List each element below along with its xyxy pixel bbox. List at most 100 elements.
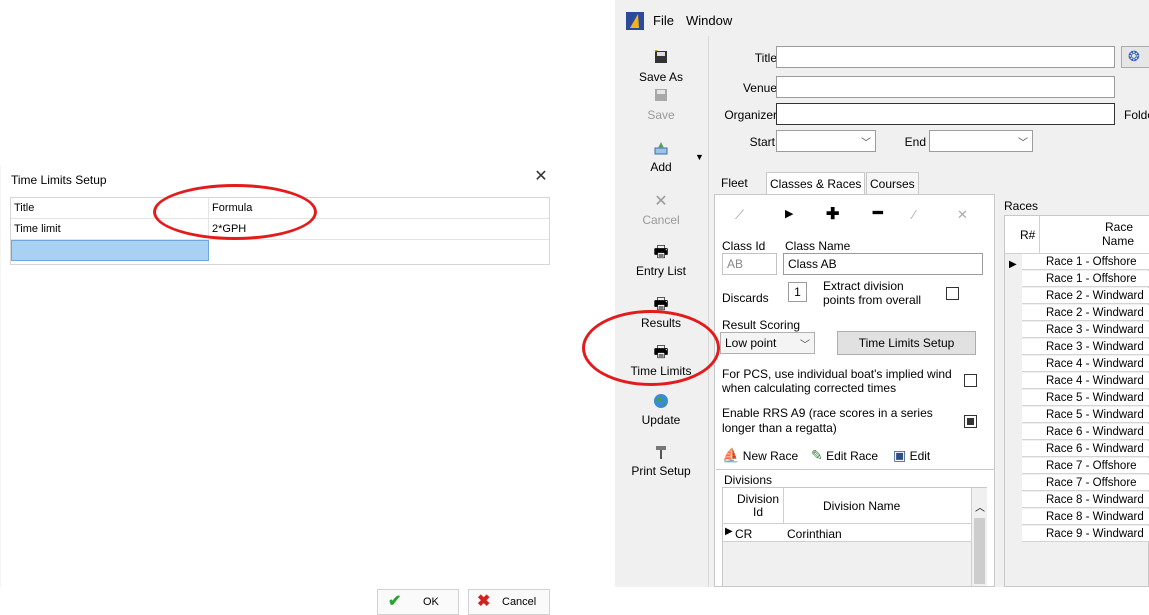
- column-header-title[interactable]: Title: [11, 198, 209, 219]
- table-row[interactable]: Time limit 2*GPH: [11, 219, 549, 240]
- race-row[interactable]: Race 2 - Windward: [1022, 305, 1149, 321]
- hammer-icon: [615, 444, 707, 462]
- print-setup-button[interactable]: Print Setup: [615, 444, 707, 478]
- discards-input[interactable]: 1: [788, 282, 807, 302]
- x-icon: ✖: [477, 593, 491, 610]
- first-record-icon[interactable]: ⟋: [735, 207, 744, 223]
- cancel-disabled-icon[interactable]: ✕: [957, 207, 968, 223]
- title-label: Title: [754, 51, 777, 65]
- save-label: Save: [647, 108, 675, 122]
- ok-label: OK: [423, 596, 439, 608]
- new-race-button[interactable]: ⛵ New Race: [722, 447, 798, 464]
- divider: [716, 469, 994, 470]
- extract-label-line1: Extract division: [823, 279, 904, 293]
- rrs-a9-checkbox[interactable]: [964, 415, 977, 428]
- cell-formula[interactable]: 2*GPH: [209, 219, 549, 240]
- ok-button[interactable]: ✔ OK: [377, 589, 459, 615]
- venue-input[interactable]: [776, 76, 1115, 98]
- scrollbar-thumb[interactable]: [974, 518, 985, 584]
- title-input[interactable]: [776, 46, 1115, 68]
- time-limits-button[interactable]: 🖶 Time Limits: [615, 344, 707, 378]
- table-row[interactable]: ▶ CR Corinthian: [723, 524, 971, 542]
- race-row[interactable]: Race 2 - Windward: [1022, 288, 1149, 304]
- race-row[interactable]: Race 3 - Windward: [1022, 339, 1149, 355]
- race-row[interactable]: Race 7 - Offshore: [1022, 475, 1149, 491]
- race-row[interactable]: Race 4 - Windward: [1022, 373, 1149, 389]
- burgee-button[interactable]: ❂: [1121, 46, 1149, 68]
- time-limits-setup-button[interactable]: Time Limits Setup: [837, 331, 976, 355]
- cancel-icon: ✕: [654, 193, 668, 210]
- save-as-label: Save As: [638, 70, 684, 84]
- race-row[interactable]: Race 5 - Windward: [1022, 390, 1149, 406]
- minus-icon[interactable]: ━: [873, 203, 883, 223]
- division-id-header-2[interactable]: Id: [737, 505, 779, 519]
- tab-classes-races[interactable]: Classes & Races: [766, 172, 866, 194]
- edit-icon: ▣: [893, 447, 907, 463]
- save-button[interactable]: Save: [615, 88, 707, 122]
- save-as-button[interactable]: Save As: [615, 48, 707, 84]
- new-row-cell[interactable]: [11, 240, 209, 261]
- extract-division-checkbox[interactable]: [946, 287, 959, 300]
- organizer-label: Organizer: [724, 108, 777, 122]
- class-id-input[interactable]: AB: [722, 253, 777, 275]
- print-setup-label: Print Setup: [631, 464, 691, 478]
- division-id-header-1[interactable]: Division: [737, 492, 779, 506]
- cancel-button[interactable]: ✖ Cancel: [468, 589, 550, 615]
- rrs-label-line2: longer than a regatta): [722, 421, 837, 435]
- race-row[interactable]: Race 6 - Windward: [1022, 441, 1149, 457]
- class-name-input[interactable]: Class AB: [783, 253, 983, 275]
- divider: [1039, 216, 1040, 254]
- edit-button[interactable]: ▣ Edit: [893, 447, 930, 464]
- edit-race-button[interactable]: ✎ Edit Race: [811, 447, 878, 464]
- edit-race-label: Edit Race: [826, 449, 879, 463]
- race-row[interactable]: Race 6 - Windward: [1022, 424, 1149, 440]
- race-name-header-1[interactable]: Race: [1105, 220, 1133, 234]
- globe-icon: [615, 393, 707, 411]
- race-name-header-2[interactable]: Name: [1102, 234, 1134, 248]
- tab-fleet[interactable]: Fleet: [718, 172, 751, 194]
- chevron-down-icon: ﹀: [861, 138, 871, 149]
- menu-file[interactable]: File: [653, 13, 674, 28]
- save-as-icon: [615, 48, 707, 68]
- race-row[interactable]: Race 5 - Windward: [1022, 407, 1149, 423]
- add-dropdown-icon[interactable]: ▼: [695, 152, 704, 162]
- new-race-icon: ⛵: [722, 447, 740, 463]
- row-pointer-icon: ▶: [725, 526, 733, 537]
- start-date-select[interactable]: ﹀: [776, 130, 876, 152]
- menu-window[interactable]: Window: [686, 13, 732, 28]
- venue-label: Venue: [742, 81, 777, 95]
- organizer-input[interactable]: [776, 103, 1115, 125]
- update-button[interactable]: Update: [615, 393, 707, 427]
- class-name-label: Class Name: [785, 239, 851, 253]
- race-row[interactable]: Race 7 - Offshore: [1022, 458, 1149, 474]
- entry-list-button[interactable]: 🖶 Entry List: [615, 244, 707, 278]
- close-icon[interactable]: ✕: [532, 168, 550, 186]
- extract-label-line2: points from overall: [823, 293, 922, 307]
- plus-icon[interactable]: ✚: [826, 204, 839, 224]
- column-header-formula[interactable]: Formula: [209, 198, 549, 219]
- dialog-title: Time Limits Setup: [11, 173, 107, 187]
- race-row[interactable]: Race 9 - Windward: [1022, 526, 1149, 542]
- results-button[interactable]: 🖶 Results: [615, 296, 707, 330]
- division-name-cell[interactable]: Corinthian: [787, 527, 842, 541]
- chevron-up-icon[interactable]: ︿: [975, 499, 985, 514]
- end-date-select[interactable]: ﹀: [929, 130, 1033, 152]
- result-scoring-select[interactable]: Low point ﹀: [720, 332, 815, 354]
- race-number-header[interactable]: R#: [1020, 228, 1035, 242]
- division-name-header[interactable]: Division Name: [823, 499, 900, 513]
- tab-courses[interactable]: Courses: [866, 172, 919, 194]
- add-button[interactable]: Add: [615, 140, 707, 174]
- race-row[interactable]: Race 4 - Windward: [1022, 356, 1149, 372]
- divisions-scrollbar[interactable]: ︿: [971, 488, 987, 586]
- cell-title[interactable]: Time limit: [11, 219, 209, 240]
- cancel-toolbar-button[interactable]: ✕ Cancel: [615, 193, 707, 227]
- race-row[interactable]: Race 8 - Windward: [1022, 509, 1149, 525]
- pcs-implied-wind-checkbox[interactable]: [964, 374, 977, 387]
- race-row[interactable]: Race 3 - Windward: [1022, 322, 1149, 338]
- edit-disabled-icon[interactable]: ⁄: [913, 207, 915, 222]
- race-row[interactable]: Race 1 - Offshore: [1022, 271, 1149, 287]
- division-id-cell[interactable]: CR: [735, 527, 752, 541]
- race-row[interactable]: Race 8 - Windward: [1022, 492, 1149, 508]
- race-row[interactable]: Race 1 - Offshore: [1022, 254, 1149, 270]
- play-icon[interactable]: ▶: [785, 207, 793, 220]
